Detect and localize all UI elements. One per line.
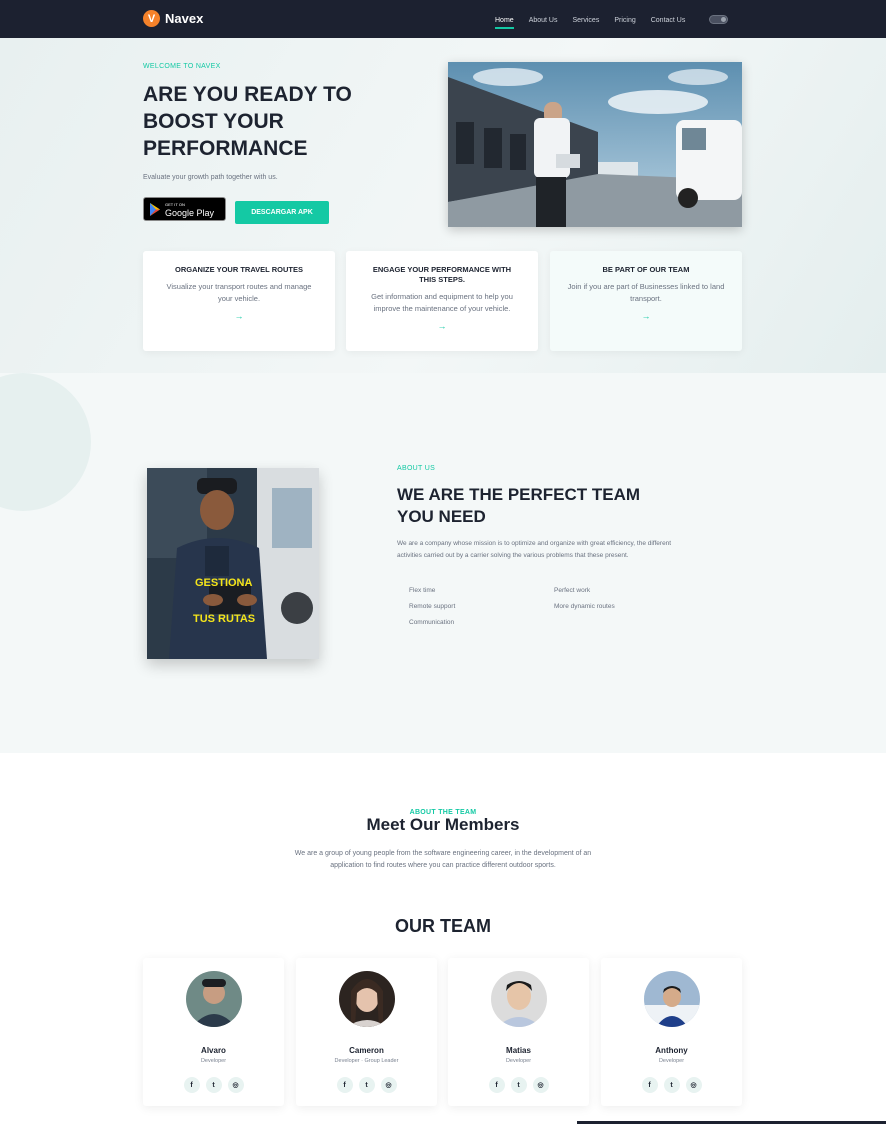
member-name: Anthony [655,1046,688,1055]
hero-title-line: BOOST YOUR [143,110,284,133]
hero-eyebrow: WELCOME TO NAVEX [143,63,221,70]
nav-services[interactable]: Services [572,17,599,24]
feature-item: More dynamic routes [554,603,615,610]
instagram-icon[interactable]: ◎ [532,1077,549,1093]
facebook-icon[interactable]: f [641,1077,658,1093]
member-card: Anthony Developer f t ◎ [601,958,742,1106]
facebook-icon[interactable]: f [488,1077,505,1093]
member-role: Developer · Group Leader [334,1058,399,1064]
about-photo-caption: TUS RUTAS [193,613,255,625]
feature-card-performance: ENGAGE YOUR PERFORMANCE WITH THIS STEPS.… [346,251,538,351]
team-description-line: We are a group of young people from the … [294,850,592,857]
team-description: We are a group of young people from the … [0,848,886,872]
feature-item: Perfect work [554,587,591,594]
our-team-heading: OUR TEAM [395,916,491,936]
main-menu: Home About Us Services Pricing Contact U… [495,17,700,29]
avatar [643,971,700,1027]
download-apk-button[interactable]: DESCARGAR APK [235,201,329,224]
about-title-line: WE ARE THE PERFECT TEAM [397,485,641,504]
feature-card-text: Get information and equipment to help yo… [371,292,513,313]
team-section: ABOUT THE TEAM Meet Our Members We are a… [0,753,886,1124]
feature-card-text: Join if you are part of Businesses linke… [567,282,725,303]
hero-title: ARE YOU READY TO BOOST YOUR PERFORMANCE [143,81,403,162]
member-card: Cameron Developer · Group Leader f t ◎ [296,958,437,1106]
feature-item: Remote support [409,603,456,610]
theme-toggle-icon[interactable] [709,15,728,24]
about-image: GESTIONA TUS RUTAS [147,468,319,659]
member-name: Cameron [349,1046,384,1055]
hero-subtitle: Evaluate your growth path together with … [143,174,278,181]
member-card: Alvaro Developer f t ◎ [143,958,284,1106]
hero-title-line: ARE YOU READY TO [143,83,352,106]
facebook-icon[interactable]: f [183,1077,200,1093]
google-play-button[interactable]: GET IT ON Google Play [143,197,226,221]
feature-item: Flex time [409,587,436,594]
team-description-line: application to find routes where you can… [330,862,556,869]
nav-contact-us[interactable]: Contact Us [651,17,686,24]
feature-card-title: ENGAGE YOUR PERFORMANCE WITH THIS STEPS. [372,265,512,284]
nav-about-us[interactable]: About Us [529,17,558,24]
member-name: Matias [506,1046,531,1055]
about-eyebrow: ABOUT US [397,465,436,472]
twitter-icon[interactable]: t [663,1077,680,1093]
member-name: Alvaro [201,1046,226,1055]
arrow-right-icon[interactable]: → [143,311,335,321]
logo-icon: V [143,10,160,27]
feature-card-text: Visualize your transport routes and mana… [166,282,312,303]
feature-card-team: BE PART OF OUR TEAM Join if you are part… [550,251,742,351]
twitter-icon[interactable]: t [205,1077,222,1093]
about-photo-caption: GESTIONA [195,577,253,589]
feature-item: Communication [409,619,455,626]
google-play-icon [150,202,160,216]
member-role: Developer [505,1058,532,1064]
logo[interactable]: V Navex [143,10,203,27]
nav-home[interactable]: Home [495,17,514,29]
avatar [185,971,242,1027]
instagram-icon[interactable]: ◎ [380,1077,397,1093]
member-card: Matias Developer f t ◎ [448,958,589,1106]
decorative-circle [0,373,91,511]
member-role: Developer [658,1058,685,1064]
avatar [490,971,547,1027]
hero-title-line: PERFORMANCE [143,137,308,160]
nav-pricing[interactable]: Pricing [614,17,635,24]
feature-card-routes: ORGANIZE YOUR TRAVEL ROUTES Visualize yo… [143,251,335,351]
hero-image [448,62,742,227]
member-role: Developer [200,1058,227,1064]
brand-name: Navex [165,11,204,26]
feature-card-title: ORGANIZE YOUR TRAVEL ROUTES [175,265,303,274]
twitter-icon[interactable]: t [510,1077,527,1093]
facebook-icon[interactable]: f [336,1077,353,1093]
instagram-icon[interactable]: ◎ [685,1077,702,1093]
about-title: WE ARE THE PERFECT TEAM YOU NEED [397,484,657,528]
about-text: We are a company whose mission is to opt… [397,540,672,559]
arrow-right-icon[interactable]: → [346,321,538,331]
about-section: GESTIONA TUS RUTAS ABOUT US WE ARE THE P… [0,373,886,753]
feature-card-title: BE PART OF OUR TEAM [602,265,690,274]
instagram-icon[interactable]: ◎ [227,1077,244,1093]
twitter-icon[interactable]: t [358,1077,375,1093]
about-title-line: YOU NEED [397,507,486,526]
team-title: Meet Our Members [366,815,520,834]
google-play-label: Google Play [165,208,215,218]
avatar [338,971,395,1027]
arrow-right-icon[interactable]: → [550,311,742,321]
navbar: V Navex Home About Us Services Pricing C… [0,0,886,38]
